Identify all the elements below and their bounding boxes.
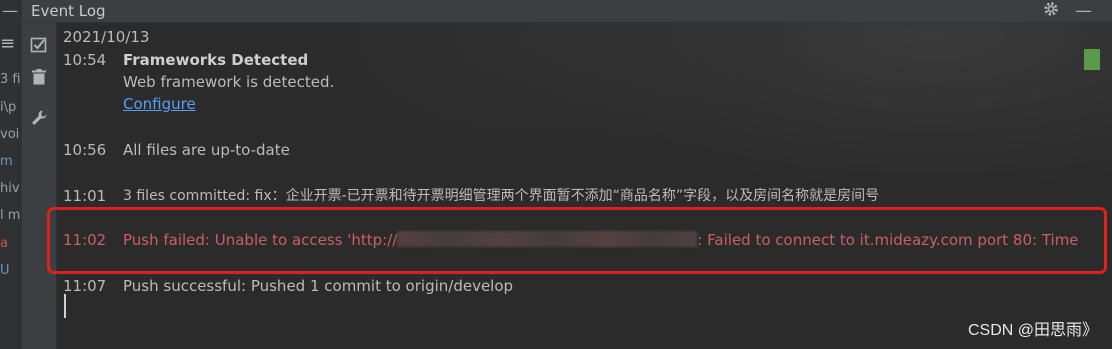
log-entry: 10:56 All files are up-to-date <box>57 139 1057 161</box>
panel-fragment: a <box>0 236 8 251</box>
gear-icon[interactable] <box>1043 1 1059 22</box>
log-entry-text: Push successful: Pushed 1 commit to orig… <box>123 277 514 295</box>
log-date: 2021/10/13 <box>63 28 150 46</box>
log-entry-text: All files are up-to-date <box>123 141 290 159</box>
panel-fragment: voi <box>0 127 20 142</box>
trash-icon[interactable] <box>30 68 48 86</box>
highlight-box <box>47 207 1107 274</box>
watermark: CSDN @田思雨》 <box>967 322 1098 339</box>
log-entry: 11:01 3 files committed: fix：企业开票-已开票和待开… <box>57 185 1097 207</box>
collapse-icon[interactable]: — <box>2 1 18 20</box>
log-time: 11:07 <box>63 277 107 295</box>
event-log-content[interactable]: 2021/10/13 10:54 Frameworks Detected Web… <box>57 23 1112 349</box>
log-time: 11:01 <box>63 187 107 205</box>
log-time: 10:54 <box>63 51 107 69</box>
tool-window-title: Event Log <box>31 2 106 20</box>
tool-window-header: Event Log — <box>22 0 1112 23</box>
log-entry: 10:54 Frameworks Detected Web framework … <box>57 49 1057 115</box>
panel-fragment: l m <box>0 208 21 223</box>
panel-fragment: U <box>0 263 10 278</box>
log-entry: 11:07 Push successful: Pushed 1 commit t… <box>57 275 1057 297</box>
panel-fragment: m <box>0 154 13 169</box>
mark-all-read-icon[interactable] <box>30 36 48 54</box>
log-time: 10:56 <box>63 141 107 159</box>
minimize-icon[interactable]: — <box>1075 1 1092 21</box>
log-entry-text: 3 files committed: fix：企业开票-已开票和待开票明细管理两… <box>123 188 880 204</box>
panel-fragment: hiv <box>0 181 20 196</box>
menu-icon[interactable]: ≡ <box>0 33 15 54</box>
event-log-toolbar <box>22 23 57 349</box>
status-marker <box>1084 49 1100 70</box>
text-cursor <box>64 294 66 318</box>
log-entry-text: Web framework is detected. <box>123 73 335 91</box>
panel-fragment: 3 fi <box>0 72 21 87</box>
left-panel-edge: — ≡ 3 fi i\p voi m hiv l m a U <box>0 0 23 349</box>
wrench-icon[interactable] <box>30 109 48 127</box>
configure-link[interactable]: Configure <box>123 93 196 115</box>
panel-fragment: i\p <box>0 100 17 115</box>
log-entry-title: Frameworks Detected <box>123 51 309 69</box>
